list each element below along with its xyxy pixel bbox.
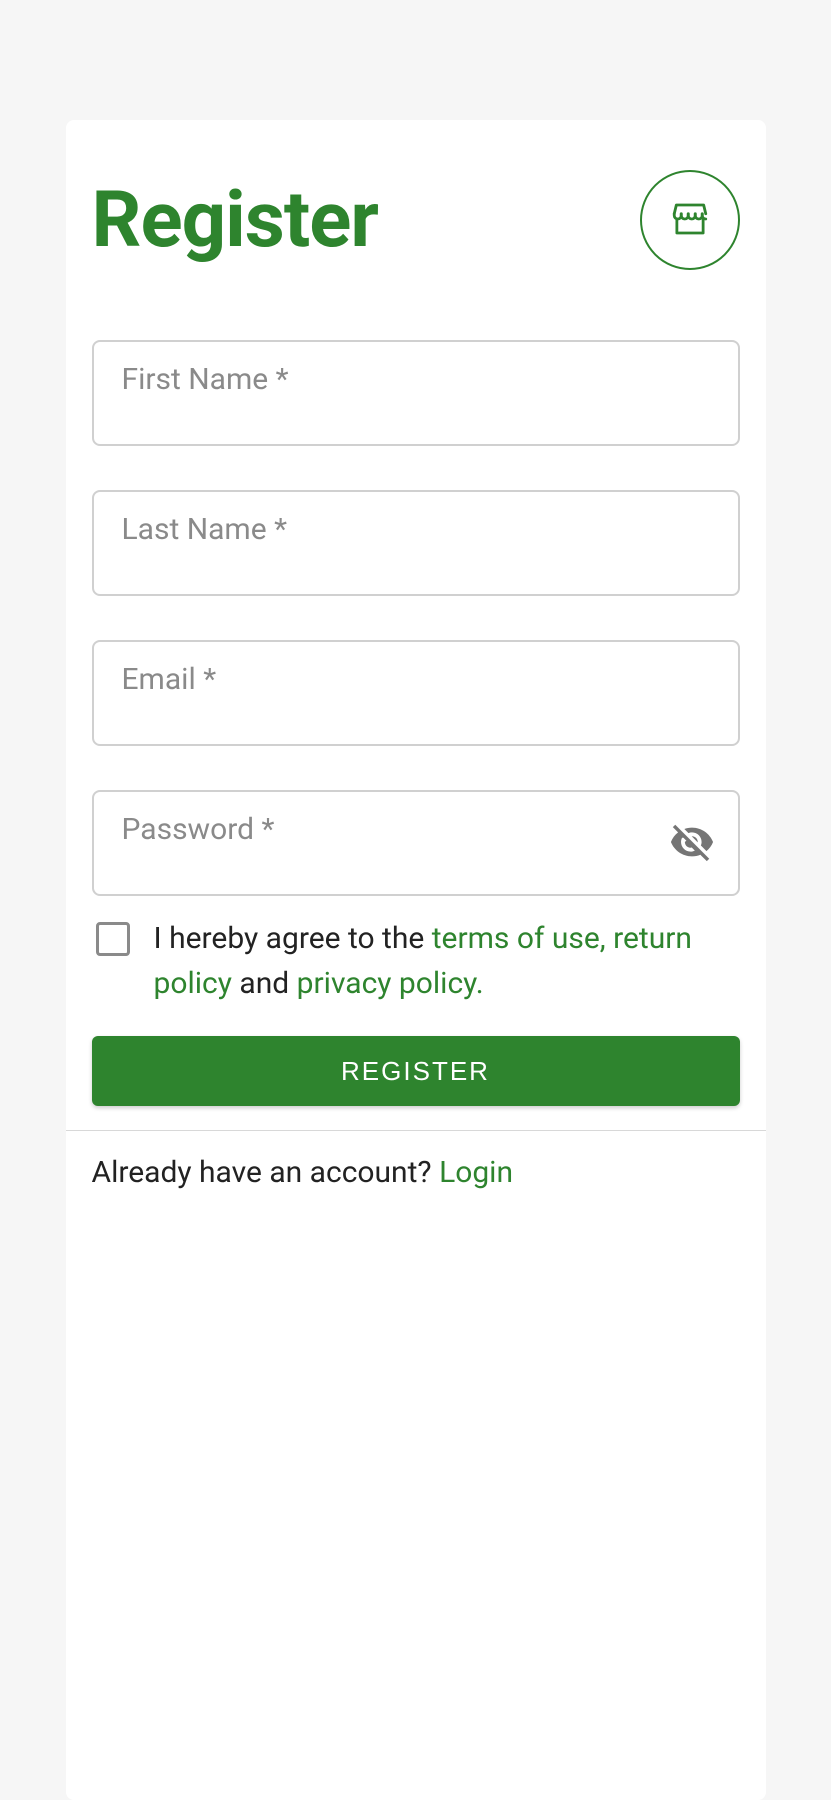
password-field-wrapper: Password * xyxy=(92,790,740,896)
eye-off-icon xyxy=(669,819,715,868)
agreement-and: and xyxy=(232,966,297,1001)
agreement-text: I hereby agree to the terms of use, retu… xyxy=(154,916,736,1006)
email-field-wrapper: Email * xyxy=(92,640,740,746)
page-title: Register xyxy=(92,175,378,266)
first-name-field-wrapper: First Name * xyxy=(92,340,740,446)
shop-button[interactable] xyxy=(640,170,740,270)
login-prompt-text: Already have an account? xyxy=(92,1155,440,1190)
register-button[interactable]: REGISTER xyxy=(92,1036,740,1106)
toggle-password-visibility-button[interactable] xyxy=(664,815,720,871)
password-input[interactable] xyxy=(120,792,712,894)
first-name-input[interactable] xyxy=(120,342,712,444)
login-link[interactable]: Login xyxy=(439,1155,513,1190)
divider xyxy=(66,1130,766,1131)
register-card: Register First Name * Last Name * Emai xyxy=(66,120,766,1800)
header-row: Register xyxy=(92,170,740,270)
terms-of-use-link[interactable]: terms of use, xyxy=(432,921,606,956)
terms-checkbox[interactable] xyxy=(96,922,130,956)
privacy-policy-link[interactable]: privacy policy. xyxy=(297,966,484,1001)
storefront-icon xyxy=(669,198,711,243)
agreement-row: I hereby agree to the terms of use, retu… xyxy=(92,916,740,1006)
last-name-input[interactable] xyxy=(120,492,712,594)
email-input[interactable] xyxy=(120,642,712,744)
agreement-prefix: I hereby agree to the xyxy=(154,921,432,956)
login-prompt-row: Already have an account? Login xyxy=(92,1155,740,1190)
last-name-field-wrapper: Last Name * xyxy=(92,490,740,596)
